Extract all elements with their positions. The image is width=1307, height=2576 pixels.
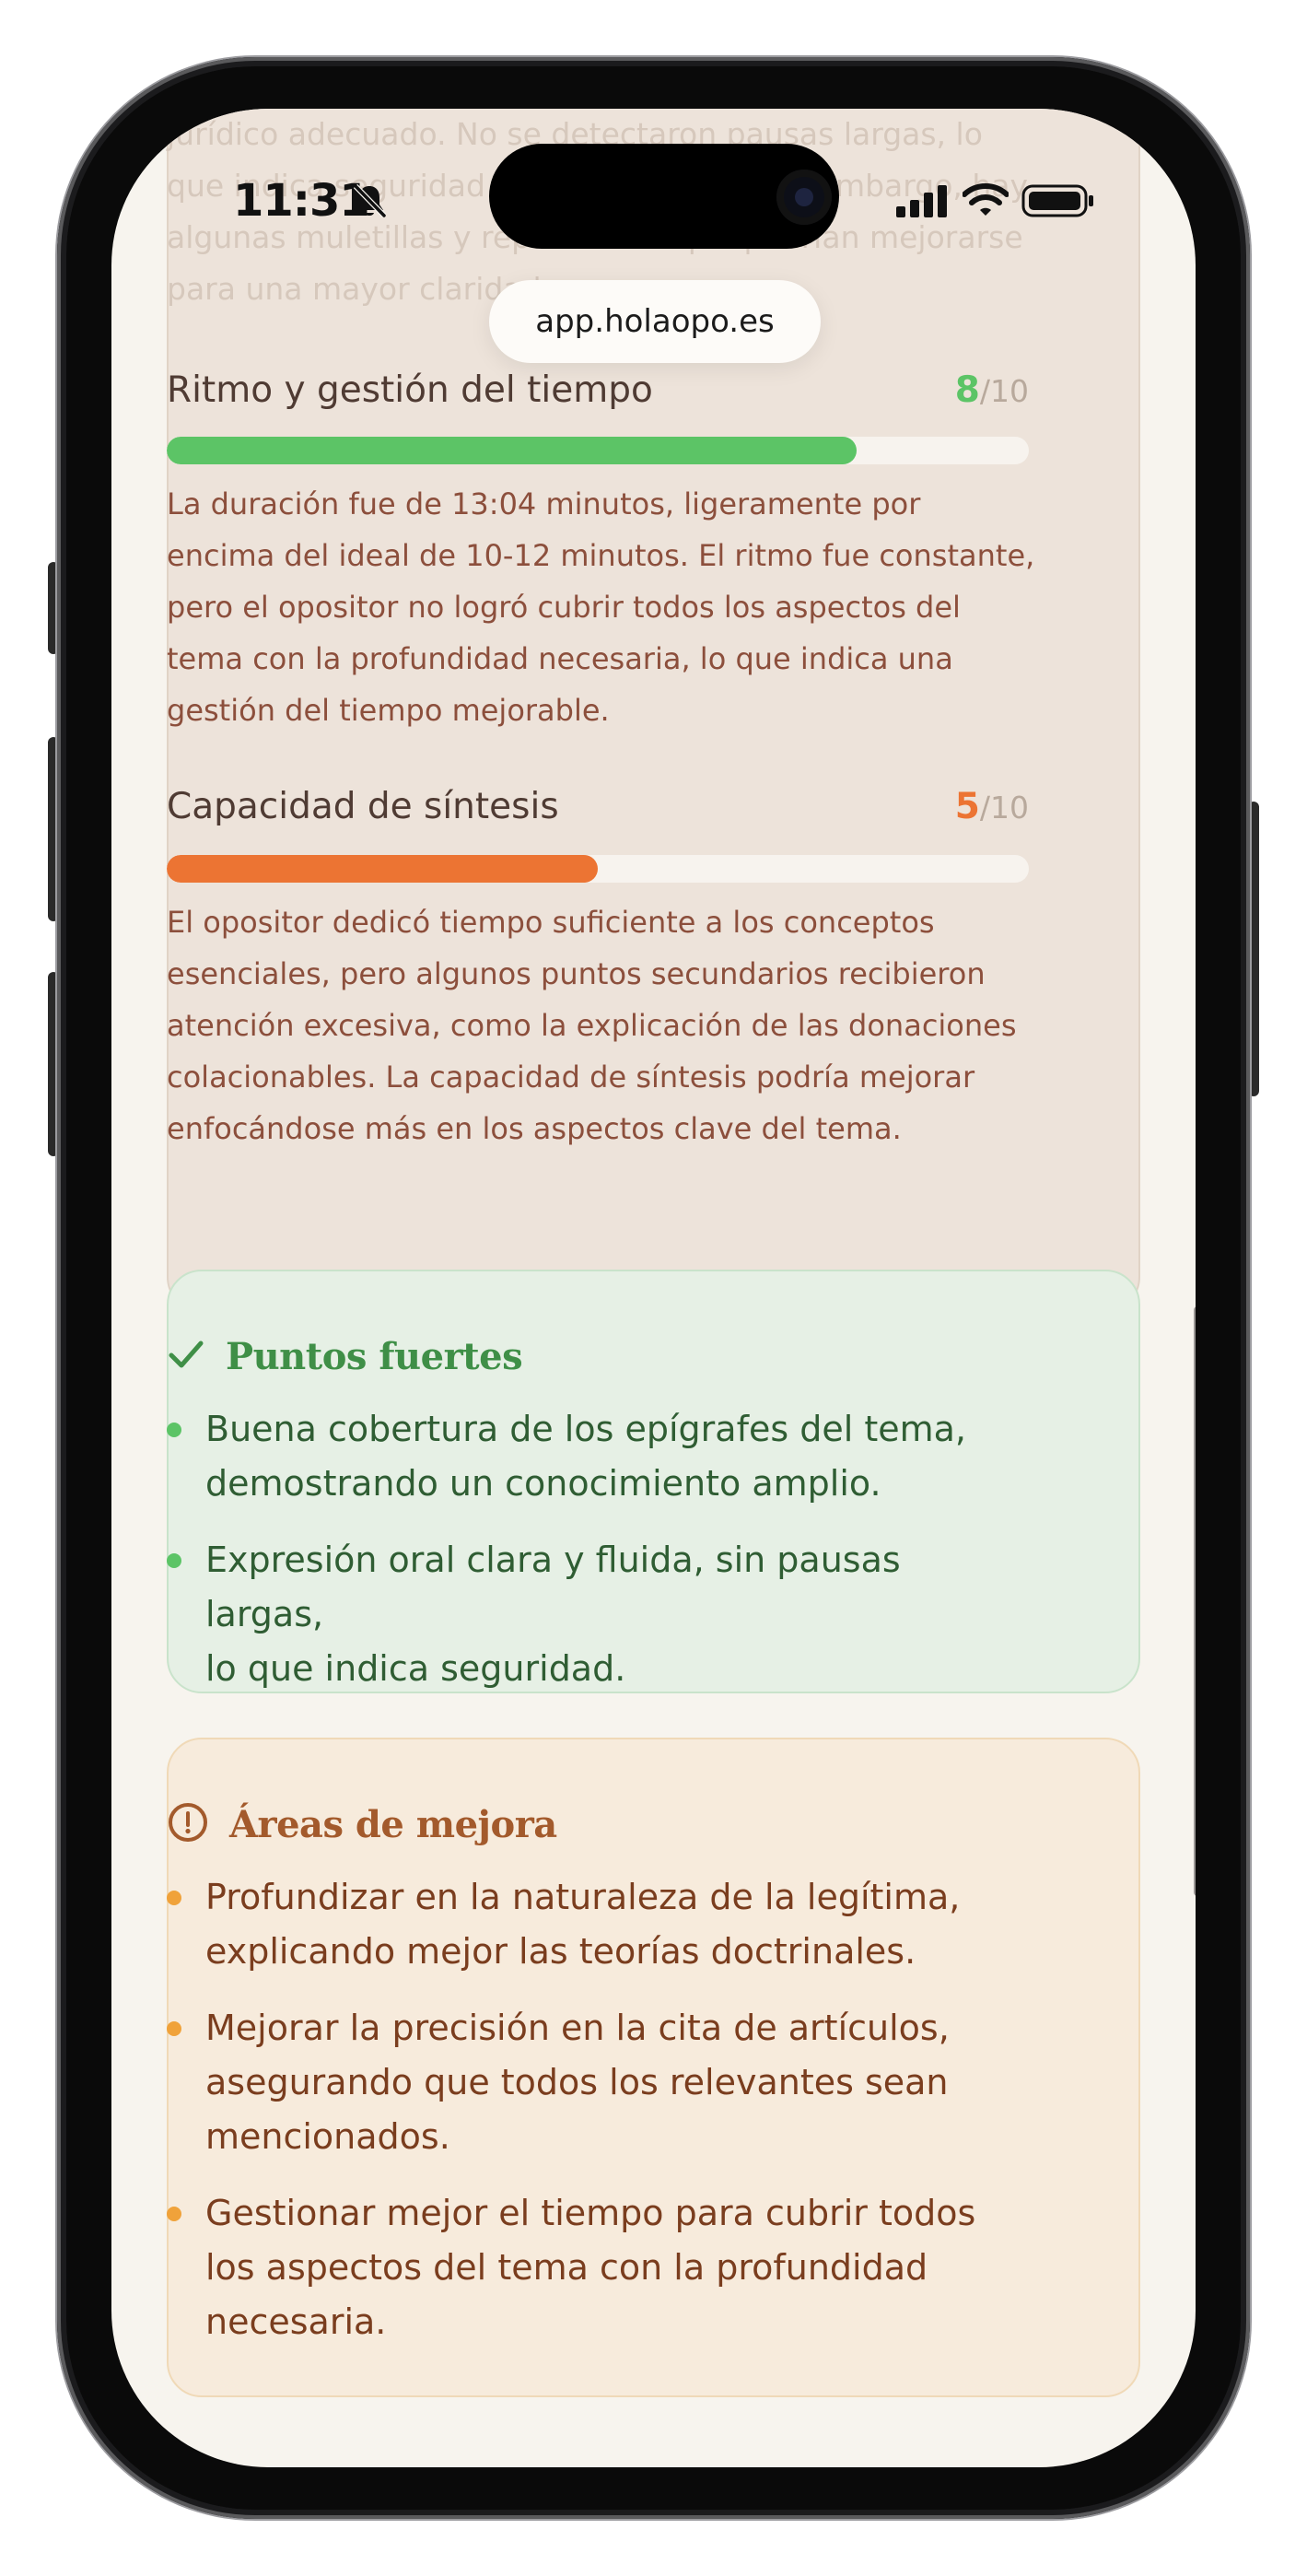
desc-line: gestión del tiempo mejorable. [167, 693, 610, 728]
desc-line: encima del ideal de 10-12 minutos. El ri… [167, 538, 1035, 573]
item-line: lo que indica seguridad. [205, 1648, 626, 1689]
bullet-dot [167, 1553, 181, 1568]
progress-fill [167, 855, 598, 883]
desc-line: La duración fue de 13:04 minutos, ligera… [167, 486, 921, 521]
item-line: Expresión oral clara y fluida, sin pausa… [205, 1540, 901, 1634]
desc-line: atención excesiva, como la explicación d… [167, 1008, 1017, 1043]
screen: jurídico adecuado. No se detectaron paus… [111, 109, 1196, 2467]
battery-icon [1021, 183, 1095, 222]
score-value: 5 [954, 786, 980, 827]
camera-icon [776, 170, 832, 225]
item-line: Gestionar mejor el tiempo para cubrir to… [205, 2193, 976, 2233]
item-line: mencionados. [205, 2116, 450, 2157]
desc-line: enfocándose más en los aspectos clave de… [167, 1111, 902, 1146]
list-item: Mejorar la precisión en la cita de artíc… [167, 2001, 1023, 2164]
bullet-dot [167, 1891, 181, 1905]
check-icon [167, 1335, 205, 1377]
signal-icon [896, 184, 950, 221]
improvements-header: Áreas de mejora [167, 1797, 557, 1852]
metric-title: Capacidad de síntesis [167, 786, 559, 827]
metric-score: 8/10 [955, 365, 1029, 417]
strengths-list: Buena cobertura de los epígrafes del tem… [167, 1402, 1023, 1718]
metric-score: 5/10 [955, 781, 1029, 834]
desc-line: pero el opositor no logró cubrir todos l… [167, 590, 961, 625]
bullet-dot [167, 2021, 181, 2036]
progress-track [167, 855, 1029, 883]
desc-line: colacionables. La capacidad de síntesis … [167, 1060, 975, 1095]
desc-line: El opositor dedicó tiempo suficiente a l… [167, 905, 935, 940]
item-line: asegurando que todos los relevantes sean [205, 2062, 949, 2102]
item-line: Profundizar en la naturaleza de la legít… [205, 1877, 961, 1917]
wifi-icon [962, 183, 1009, 222]
desc-line: tema con la profundidad necesaria, lo qu… [167, 641, 953, 676]
metric-description: La duración fue de 13:04 minutos, ligera… [167, 478, 1042, 736]
item-line: Mejorar la precisión en la cita de artíc… [205, 2008, 950, 2048]
bullet-dot [167, 1423, 181, 1437]
list-item: Profundizar en la naturaleza de la legít… [167, 1870, 1023, 1979]
desc-line: esenciales, pero algunos puntos secundar… [167, 956, 986, 991]
item-line: los aspectos del tema con la profundidad [205, 2247, 928, 2288]
strengths-header: Puntos fuertes [167, 1329, 523, 1384]
strengths-title: Puntos fuertes [226, 1334, 523, 1378]
scrollbar[interactable] [1194, 1306, 1196, 1896]
list-item: Expresión oral clara y fluida, sin pausa… [167, 1533, 1023, 1696]
improvements-title: Áreas de mejora [229, 1802, 557, 1846]
score-value: 8 [954, 369, 980, 411]
url-text[interactable]: app.holaopo.es [535, 303, 774, 340]
page-content[interactable]: jurídico adecuado. No se detectaron paus… [111, 109, 1196, 2467]
alert-circle-icon [167, 1801, 209, 1847]
bell-muted-icon [349, 181, 390, 225]
url-bar[interactable]: app.holaopo.es [489, 280, 821, 363]
item-line: necesaria. [205, 2301, 387, 2342]
score-max: /10 [979, 790, 1029, 825]
item-line: demostrando un conocimiento amplio. [205, 1463, 881, 1504]
bullet-dot [167, 2207, 181, 2221]
metric-header-sintesis: Capacidad de síntesis 5/10 [167, 781, 1029, 833]
metric-header-ritmo: Ritmo y gestión del tiempo 8/10 [167, 365, 1029, 416]
progress-fill [167, 437, 857, 464]
item-line: Buena cobertura de los epígrafes del tem… [205, 1409, 966, 1449]
status-indicators [896, 183, 1095, 222]
list-item: Gestionar mejor el tiempo para cubrir to… [167, 2186, 1023, 2349]
progress-track [167, 437, 1029, 464]
metric-description: El opositor dedicó tiempo suficiente a l… [167, 896, 1042, 1154]
score-max: /10 [979, 373, 1029, 409]
item-line: explicando mejor las teorías doctrinales… [205, 1931, 916, 1972]
list-item: Buena cobertura de los epígrafes del tem… [167, 1402, 1023, 1511]
improvements-list: Profundizar en la naturaleza de la legít… [167, 1870, 1023, 2371]
metric-title: Ritmo y gestión del tiempo [167, 369, 653, 411]
